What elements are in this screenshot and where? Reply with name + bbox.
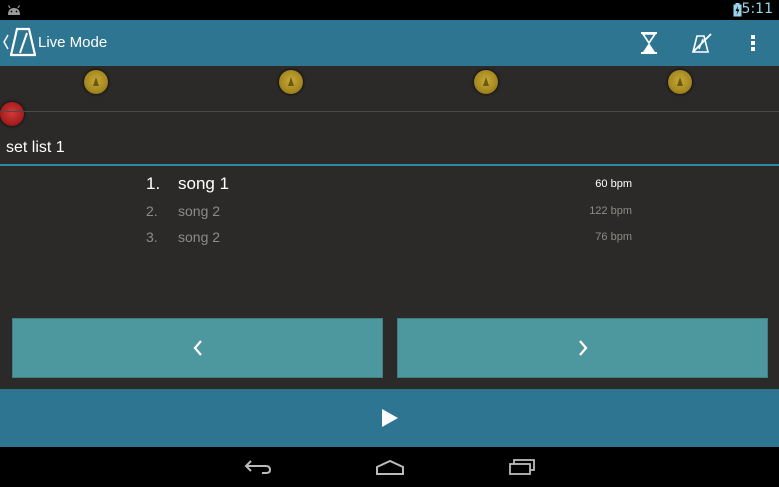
system-navigation-bar bbox=[0, 447, 779, 487]
system-home-button[interactable] bbox=[375, 457, 405, 477]
beat-indicator bbox=[668, 70, 692, 94]
next-song-button[interactable] bbox=[397, 318, 768, 378]
song-number: 1. bbox=[146, 174, 161, 193]
song-name: song 2 bbox=[178, 229, 221, 245]
hourglass-icon bbox=[641, 32, 657, 54]
up-navigation[interactable]: Live Mode bbox=[0, 20, 110, 66]
system-back-button[interactable] bbox=[243, 457, 273, 477]
song-bpm: 60 bpm bbox=[595, 178, 632, 190]
divider bbox=[0, 111, 779, 112]
action-bar: Live Mode bbox=[0, 20, 779, 66]
beat-indicator-row bbox=[0, 66, 779, 126]
list-item[interactable]: 2. song 2 122 bpm bbox=[0, 203, 779, 227]
timer-button[interactable] bbox=[636, 30, 662, 56]
song-bpm: 122 bpm bbox=[589, 205, 632, 217]
overflow-menu-button[interactable] bbox=[740, 30, 766, 56]
home-icon bbox=[376, 459, 404, 475]
previous-song-button[interactable] bbox=[12, 318, 383, 378]
page-title: Live Mode bbox=[38, 34, 108, 51]
beat-indicator bbox=[474, 70, 498, 94]
back-icon bbox=[244, 460, 272, 474]
song-bpm: 76 bpm bbox=[595, 231, 632, 243]
song-number: 2. bbox=[146, 203, 158, 219]
android-icon bbox=[7, 5, 21, 15]
beat-indicator bbox=[279, 70, 303, 94]
chevron-left-icon bbox=[3, 34, 9, 50]
mute-button[interactable] bbox=[689, 30, 715, 56]
list-item[interactable]: 3. song 2 76 bpm bbox=[0, 229, 779, 253]
clock: 5:11 bbox=[741, 1, 773, 17]
status-bar: 5:11 bbox=[0, 0, 779, 20]
set-list-name: set list 1 bbox=[6, 139, 65, 156]
set-list-header[interactable]: set list 1 bbox=[0, 136, 779, 166]
song-name: song 2 bbox=[178, 203, 221, 219]
system-recents-button[interactable] bbox=[507, 457, 537, 477]
recent-apps-icon bbox=[509, 459, 535, 475]
chevron-left-icon bbox=[193, 340, 202, 356]
metronome-logo-icon bbox=[10, 27, 36, 57]
play-icon bbox=[381, 409, 398, 427]
playhead-indicator bbox=[0, 102, 24, 126]
mute-icon bbox=[691, 33, 712, 53]
play-button[interactable] bbox=[0, 389, 779, 447]
song-number: 3. bbox=[146, 229, 158, 245]
song-name: song 1 bbox=[178, 174, 230, 193]
set-list-underline bbox=[0, 164, 779, 166]
chevron-right-icon bbox=[578, 340, 587, 356]
list-item[interactable]: 1. song 1 60 bpm bbox=[0, 174, 779, 198]
overflow-menu-icon bbox=[751, 35, 755, 51]
beat-indicator bbox=[84, 70, 108, 94]
